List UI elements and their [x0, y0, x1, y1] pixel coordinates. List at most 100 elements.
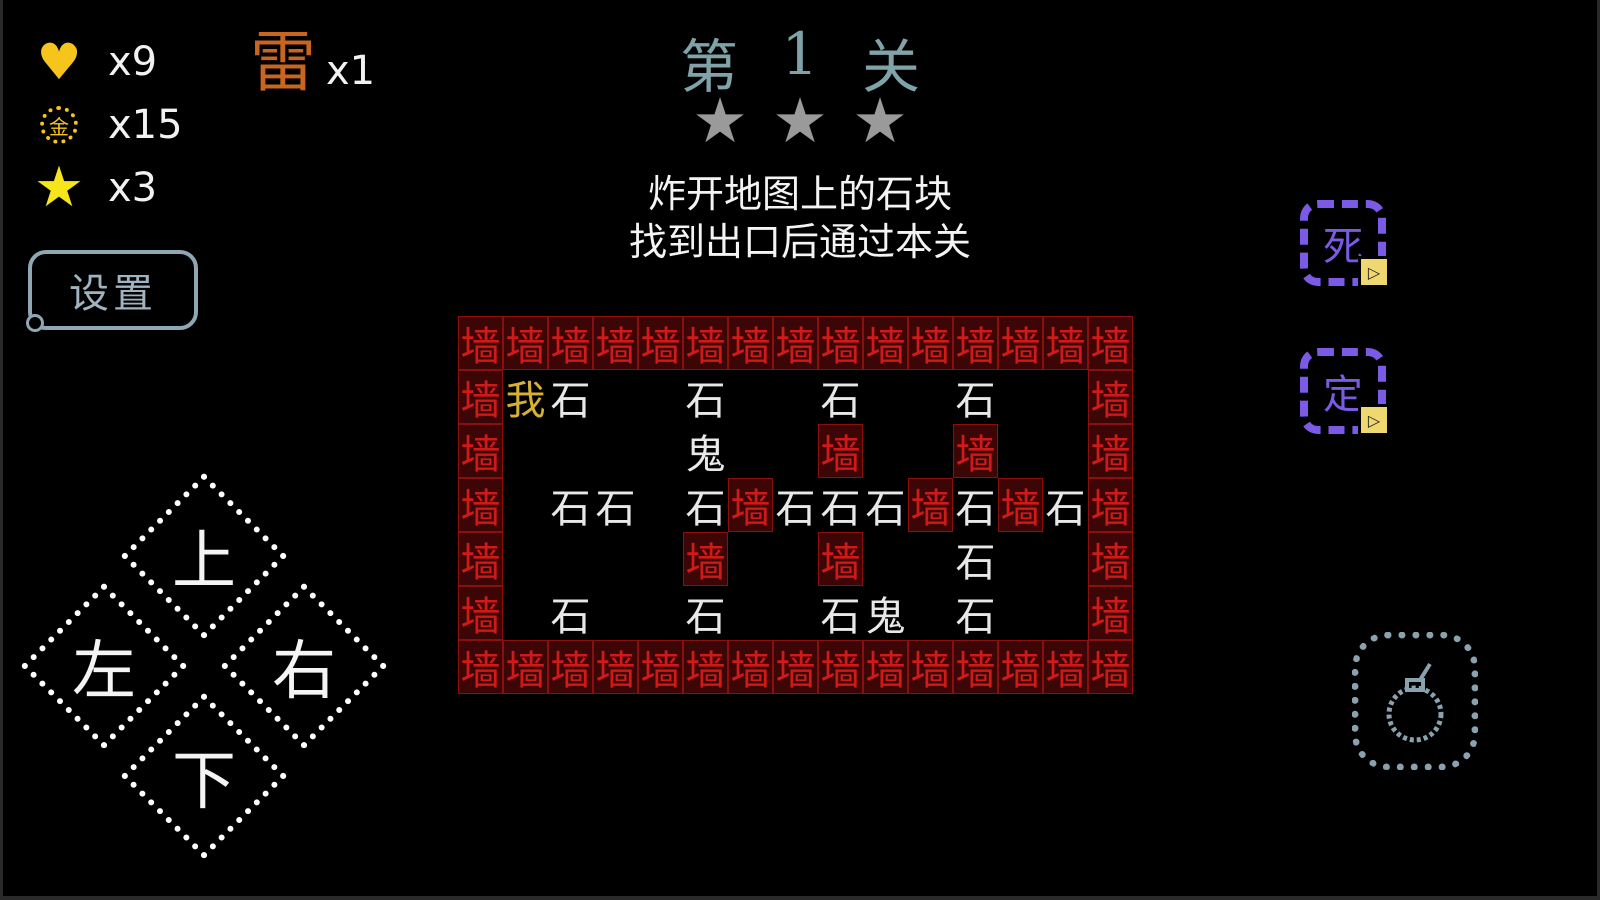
wall-tile: 墙	[548, 316, 593, 370]
floor-tile	[638, 586, 683, 640]
floor-tile	[773, 424, 818, 478]
lives-stat: ♥ x9	[34, 33, 158, 91]
floor-tile	[908, 532, 953, 586]
floor-tile	[728, 586, 773, 640]
floor-tile	[503, 478, 548, 532]
coins-stat: 金 x15	[34, 97, 183, 153]
stone-tile: 石	[775, 486, 816, 532]
stone-tile: 石	[595, 486, 636, 532]
wall-tile: 墙	[908, 478, 953, 532]
floor-tile	[1043, 586, 1088, 640]
wall-tile: 墙	[728, 316, 773, 370]
floor-tile	[773, 532, 818, 586]
floor-tile	[998, 370, 1043, 424]
wall-tile: 墙	[548, 640, 593, 694]
wall-tile: 墙	[818, 316, 863, 370]
stone-tile: 石	[820, 486, 861, 532]
stone-tile: 石	[685, 378, 726, 424]
stone-tile: 石	[685, 594, 726, 640]
skill-button-kill[interactable]: 死 ▷	[1300, 200, 1390, 288]
wall-tile: 墙	[728, 640, 773, 694]
stone-tile: 石	[550, 594, 591, 640]
floor-tile	[863, 532, 908, 586]
wall-tile: 墙	[818, 532, 863, 586]
stone-tile: 石	[955, 594, 996, 640]
star-icon: ★	[772, 84, 828, 157]
wall-tile: 墙	[458, 424, 503, 478]
wall-tile: 墙	[503, 316, 548, 370]
floor-tile	[503, 424, 548, 478]
wall-tile: 墙	[1088, 316, 1133, 370]
floor-tile	[728, 532, 773, 586]
skill-button-freeze[interactable]: 定 ▷	[1300, 348, 1390, 436]
wall-tile: 墙	[458, 370, 503, 424]
ghost-tile: 鬼	[865, 594, 906, 640]
star-icon: ★	[852, 84, 908, 157]
wall-tile: 墙	[683, 640, 728, 694]
star-icon: ★	[692, 84, 748, 157]
bomb-icon	[1386, 662, 1444, 743]
play-icon: ▷	[1358, 404, 1390, 436]
play-icon: ▷	[1358, 256, 1390, 288]
wall-tile: 墙	[773, 316, 818, 370]
wall-tile: 墙	[998, 640, 1043, 694]
coin-icon: 金	[34, 100, 84, 150]
floor-tile	[593, 532, 638, 586]
wall-tile: 墙	[818, 424, 863, 478]
wall-tile: 墙	[638, 640, 683, 694]
wall-tile: 墙	[1088, 478, 1133, 532]
wall-tile: 墙	[1043, 640, 1088, 694]
stone-tile: 石	[865, 486, 906, 532]
floor-tile	[998, 586, 1043, 640]
wall-tile: 墙	[998, 478, 1043, 532]
mines-count: x1	[326, 48, 376, 94]
objective-line: 找到出口后通过本关	[628, 220, 971, 264]
wall-tile: 墙	[1088, 586, 1133, 640]
wall-tile: 墙	[1043, 316, 1088, 370]
floor-tile	[1043, 370, 1088, 424]
floor-tile	[908, 424, 953, 478]
bomb-button[interactable]	[1352, 632, 1478, 770]
floor-tile	[503, 586, 548, 640]
floor-tile	[638, 478, 683, 532]
stone-tile: 石	[550, 486, 591, 532]
wall-tile: 墙	[863, 640, 908, 694]
floor-tile	[773, 370, 818, 424]
stone-tile: 石	[1045, 486, 1086, 532]
floor-tile	[593, 586, 638, 640]
coins-count: x15	[108, 102, 183, 148]
wall-tile: 墙	[953, 316, 998, 370]
floor-tile	[638, 424, 683, 478]
floor-tile	[863, 370, 908, 424]
wall-tile: 墙	[773, 640, 818, 694]
settings-button[interactable]: 设置	[26, 250, 198, 332]
wall-tile: 墙	[458, 640, 503, 694]
floor-tile	[593, 424, 638, 478]
wall-tile: 墙	[458, 586, 503, 640]
wall-tile: 墙	[908, 640, 953, 694]
heart-icon: ♥	[36, 33, 82, 91]
wall-tile: 墙	[593, 640, 638, 694]
floor-tile	[998, 532, 1043, 586]
wall-tile: 墙	[458, 478, 503, 532]
wall-tile: 墙	[1088, 370, 1133, 424]
wall-tile: 墙	[593, 316, 638, 370]
wall-tile: 墙	[638, 316, 683, 370]
objective-line: 炸开地图上的石块	[647, 172, 952, 216]
wall-tile: 墙	[503, 640, 548, 694]
stone-tile: 石	[955, 378, 996, 424]
floor-tile	[503, 532, 548, 586]
floor-tile	[548, 532, 593, 586]
wall-tile: 墙	[1088, 532, 1133, 586]
wall-tile: 墙	[998, 316, 1043, 370]
floor-tile	[593, 370, 638, 424]
floor-tile	[863, 424, 908, 478]
stone-tile: 石	[955, 540, 996, 586]
wall-tile: 墙	[458, 532, 503, 586]
stone-tile: 石	[820, 378, 861, 424]
game-board: 墙墙墙墙墙墙墙墙墙墙墙墙墙墙墙墙我石石石石墙墙鬼墙墙墙墙石石石墙石石石墙石墙石墙…	[458, 316, 1133, 694]
wall-tile: 墙	[683, 532, 728, 586]
stone-tile: 石	[820, 594, 861, 640]
wall-tile: 墙	[1088, 640, 1133, 694]
wall-tile: 墙	[953, 424, 998, 478]
